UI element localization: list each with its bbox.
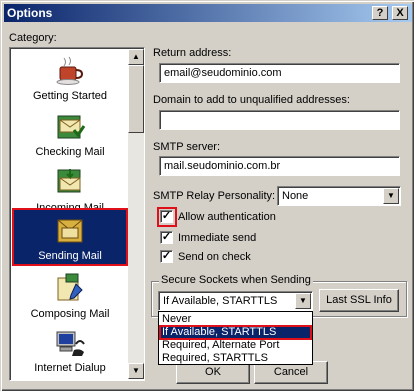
scroll-down-icon[interactable]: ▼ (128, 363, 144, 379)
allow-auth-label: Allow authentication (178, 211, 276, 223)
ssl-option-never[interactable]: Never (160, 313, 311, 326)
category-getting-started[interactable]: Getting Started (12, 52, 128, 108)
immediate-send-label: Immediate send (178, 232, 257, 244)
scroll-thumb[interactable] (128, 65, 144, 133)
close-button[interactable]: X (392, 6, 408, 20)
ssl-mode-select[interactable]: If Available, STARTTLS ▼ (158, 291, 313, 311)
category-scrollbar[interactable]: ▲ ▼ (128, 49, 144, 379)
send-on-check-label: Send on check (178, 251, 251, 263)
immediate-send-checkbox[interactable]: ✓ (160, 231, 173, 244)
window-title: Options (7, 6, 53, 20)
ssl-option-if-available-starttls[interactable]: If Available, STARTTLS (159, 325, 312, 340)
domain-label: Domain to add to unqualified addresses: (153, 94, 350, 106)
smtp-server-field[interactable]: mail.seudominio.com.br (159, 156, 400, 176)
sending-mail-icon (57, 219, 83, 243)
options-dialog: Options ? X Category: Getting Started Ch… (0, 0, 414, 391)
coffee-cup-icon (56, 56, 84, 85)
return-address-label: Return address: (153, 47, 232, 59)
category-sending-mail[interactable]: Sending Mail (12, 208, 128, 266)
chevron-down-icon[interactable]: ▼ (383, 188, 399, 204)
domain-field[interactable] (159, 110, 400, 130)
chevron-down-icon[interactable]: ▼ (295, 293, 311, 309)
category-list[interactable]: Getting Started Checking Mail Incoming M… (9, 47, 145, 381)
send-on-check-checkbox[interactable]: ✓ (160, 250, 173, 263)
return-address-field[interactable]: email@seudominio.com (159, 63, 400, 83)
scroll-up-icon[interactable]: ▲ (128, 49, 144, 65)
checking-mail-icon (57, 115, 86, 139)
relay-personality-label: SMTP Relay Personality: (153, 190, 276, 202)
ssl-group-label: Secure Sockets when Sending (159, 274, 313, 286)
incoming-mail-icon (57, 169, 81, 193)
category-label: Category: (9, 32, 57, 44)
ssl-mode-dropdown-list[interactable]: Never If Available, STARTTLS Required, A… (158, 311, 313, 365)
relay-personality-value: None (282, 190, 309, 202)
last-ssl-info-button[interactable]: Last SSL Info (319, 289, 399, 312)
ssl-mode-value: If Available, STARTTLS (163, 295, 278, 307)
category-label-text: Getting Started (33, 90, 107, 102)
category-label-text: Composing Mail (30, 308, 110, 320)
allow-auth-checkbox[interactable]: ✓ (160, 210, 173, 223)
category-composing-mail[interactable]: Composing Mail (12, 270, 128, 326)
help-button[interactable]: ? (372, 6, 388, 20)
internet-dialup-icon (56, 331, 85, 356)
category-label-text: Sending Mail (38, 250, 102, 262)
category-checking-mail[interactable]: Checking Mail (12, 108, 128, 164)
category-label-text: Internet Dialup (34, 362, 106, 374)
smtp-server-label: SMTP server: (153, 141, 221, 153)
ssl-option-required-starttls[interactable]: Required, STARTTLS (160, 352, 311, 365)
title-bar[interactable]: Options ? X (4, 4, 412, 22)
composing-mail-icon (57, 273, 83, 301)
category-label-text: Checking Mail (35, 146, 105, 158)
relay-personality-select[interactable]: None ▼ (277, 186, 401, 206)
ssl-option-required-alternate-port[interactable]: Required, Alternate Port (160, 339, 311, 352)
category-internet-dialup[interactable]: Internet Dialup (12, 324, 128, 380)
